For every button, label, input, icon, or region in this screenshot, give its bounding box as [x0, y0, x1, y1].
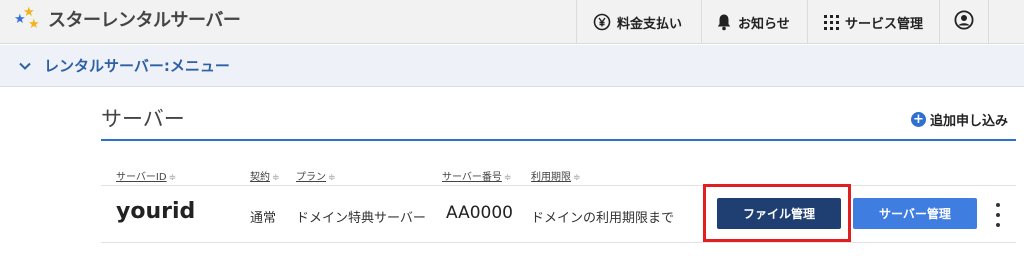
account-menu-button[interactable] [939, 0, 989, 44]
table-divider [101, 185, 1016, 186]
column-header-expiry-label: 利用期限 [531, 172, 571, 183]
plus-circle-icon: + [910, 112, 926, 127]
sort-icon: ≑ [503, 173, 512, 183]
column-header-plan-label: プラン [296, 172, 326, 183]
payment-nav-item[interactable]: 料金支払い [576, 0, 701, 44]
server-management-button[interactable]: サーバー管理 [853, 198, 977, 229]
contract-cell: 通常 [250, 211, 277, 226]
more-options-icon[interactable] [990, 203, 1006, 227]
notice-nav-label: お知らせ [738, 16, 790, 32]
server-id-cell: yourid [116, 199, 196, 224]
column-header-server-id-label: サーバーID [116, 172, 167, 183]
column-header-contract[interactable]: 契約 ≑ [250, 168, 280, 183]
sort-icon: ≑ [573, 173, 581, 183]
file-manager-button[interactable]: ファイル管理 [717, 198, 841, 229]
column-header-server-id[interactable]: サーバーID ≑ [116, 168, 176, 183]
top-header: ★ ★ ★ スターレンタルサーバー 料金支払い お知らせ サービス管理 [0, 0, 1024, 44]
grid-icon [824, 14, 839, 30]
notice-nav-item[interactable]: お知らせ [701, 0, 807, 44]
user-avatar-icon [954, 10, 974, 34]
column-header-plan[interactable]: プラン ≑ [296, 168, 336, 183]
add-application-label: 追加申し込み [929, 114, 1008, 129]
chevron-down-icon [19, 62, 31, 70]
plan-cell: ドメイン特典サーバー [296, 211, 426, 226]
submenu-label: レンタルサーバー:メニュー [44, 57, 230, 75]
service-management-nav-item[interactable]: サービス管理 [807, 0, 939, 44]
sort-icon: ≑ [168, 173, 177, 183]
star-logo-icon: ★ ★ ★ [14, 5, 40, 32]
service-management-nav-label: サービス管理 [845, 16, 924, 32]
table-divider [101, 242, 1016, 243]
add-application-button[interactable]: + 追加申し込み [910, 110, 1008, 129]
section-title: サーバー [101, 107, 185, 131]
bell-icon [716, 13, 732, 31]
yen-icon [593, 13, 611, 31]
server-number-cell: AA0000 [446, 203, 513, 223]
column-header-contract-label: 契約 [250, 172, 270, 183]
expiry-cell: ドメインの利用期限まで [531, 211, 675, 226]
column-header-server-number[interactable]: サーバー番号 ≑ [442, 168, 511, 183]
payment-nav-label: 料金支払い [617, 16, 683, 32]
rental-server-menu-toggle[interactable]: レンタルサーバー:メニュー [0, 45, 1024, 87]
sort-icon: ≑ [272, 173, 280, 183]
brand-name: スターレンタルサーバー [48, 10, 241, 31]
column-header-server-number-label: サーバー番号 [442, 172, 502, 183]
sort-icon: ≑ [328, 173, 336, 183]
brand-logo[interactable]: ★ ★ ★ スターレンタルサーバー [14, 4, 241, 34]
section-divider [101, 139, 1016, 141]
column-header-expiry[interactable]: 利用期限 ≑ [531, 168, 581, 183]
